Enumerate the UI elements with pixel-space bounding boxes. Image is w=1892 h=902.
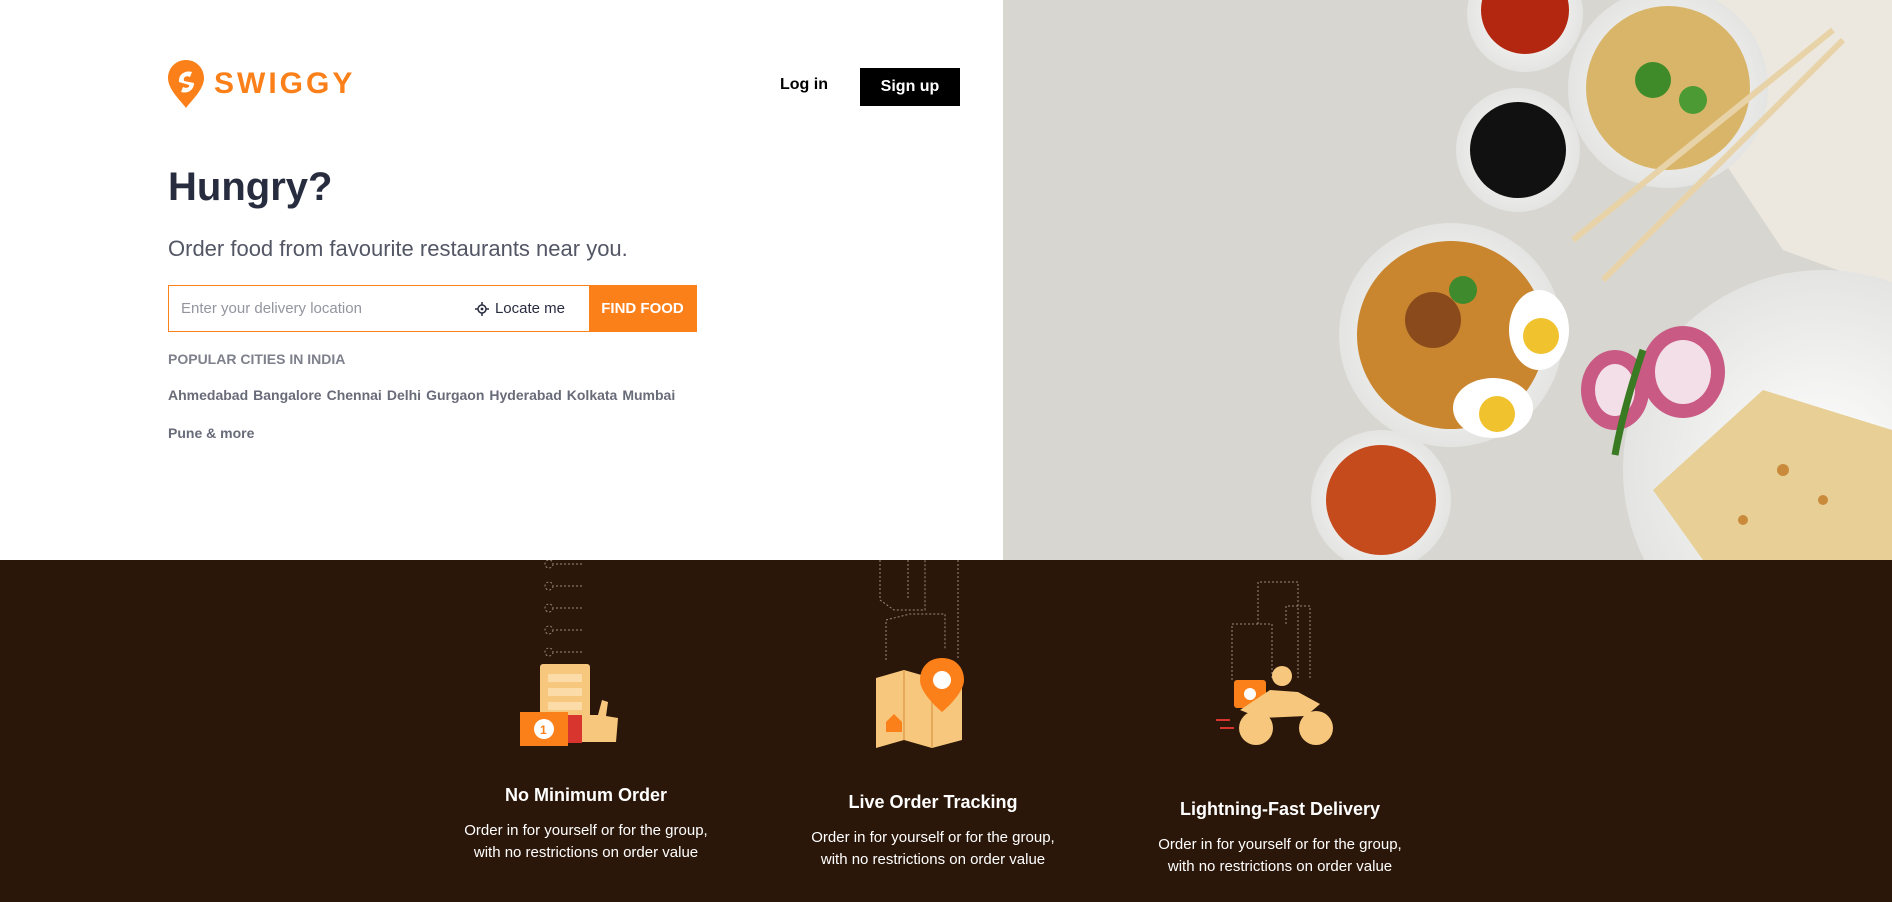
city-link-kolkata[interactable]: Kolkata	[567, 387, 618, 403]
more-cities-link[interactable]: Pune & more	[168, 425, 254, 441]
feature-description-line: Order in for yourself or for the group,	[464, 822, 708, 839]
features-band: 1 No Minimum Order Order in for yourself…	[0, 560, 1892, 902]
login-button[interactable]: Log in	[780, 76, 828, 94]
city-link-hyderabad[interactable]: Hyderabad	[489, 387, 561, 403]
feature-description: Order in for yourself or for the group, …	[793, 827, 1073, 871]
swiggy-logo-icon	[168, 60, 204, 108]
locate-me-label: Locate me	[494, 300, 565, 317]
find-food-button[interactable]: FIND FOOD	[589, 286, 696, 331]
feature-live-order-tracking: Live Order Tracking Order in for yoursel…	[793, 792, 1073, 871]
delivery-scooter-icon	[1216, 581, 1333, 745]
feature-lightning-fast-delivery: Lightning-Fast Delivery Order in for you…	[1140, 799, 1420, 878]
feature-description-line: with no restrictions on order value	[820, 851, 1046, 868]
feature-title: Lightning-Fast Delivery	[1179, 799, 1381, 819]
city-link-delhi[interactable]: Delhi	[387, 387, 421, 403]
brand-name: SWIGGY	[214, 67, 356, 100]
feature-title: No Minimum Order	[504, 785, 667, 805]
hero-title: Hungry?	[168, 165, 333, 209]
popular-cities-title: POPULAR CITIES IN INDIA	[168, 351, 346, 367]
thumbs-up-order-icon: 1	[520, 560, 618, 746]
feature-description-line: Order in for yourself or for the group,	[1158, 836, 1402, 853]
city-link-bangalore[interactable]: Bangalore	[253, 387, 321, 403]
feature-description: Order in for yourself or for the group, …	[446, 820, 726, 864]
hero-section: SWIGGY Log in Sign up Hungry? Order food…	[0, 0, 1892, 560]
signup-button[interactable]: Sign up	[860, 68, 960, 106]
svg-text:1: 1	[540, 723, 547, 737]
popular-cities-list: Ahmedabad Bangalore Chennai Delhi Gurgao…	[168, 387, 675, 403]
swiggy-logo[interactable]: SWIGGY	[168, 60, 355, 108]
map-location-pin-icon	[876, 560, 964, 748]
crosshair-icon	[474, 301, 489, 316]
feature-description-line: with no restrictions on order value	[1167, 858, 1393, 875]
locate-me-button[interactable]: Locate me	[465, 286, 589, 331]
feature-description-line: with no restrictions on order value	[473, 844, 699, 861]
hero-subtitle: Order food from favourite restaurants ne…	[168, 236, 628, 261]
location-search-bar: Locate me FIND FOOD	[168, 285, 697, 332]
city-link-ahmedabad[interactable]: Ahmedabad	[168, 387, 248, 403]
delivery-location-input[interactable]	[169, 286, 465, 331]
feature-no-minimum-order: No Minimum Order Order in for yourself o…	[446, 785, 726, 864]
city-link-mumbai[interactable]: Mumbai	[622, 387, 675, 403]
city-link-gurgaon[interactable]: Gurgaon	[426, 387, 484, 403]
hero-left-panel: SWIGGY Log in Sign up Hungry? Order food…	[0, 0, 1003, 560]
feature-description: Order in for yourself or for the group, …	[1140, 834, 1420, 878]
feature-title: Live Order Tracking	[848, 792, 1018, 812]
feature-description-line: Order in for yourself or for the group,	[811, 829, 1055, 846]
city-link-chennai[interactable]: Chennai	[327, 387, 382, 403]
food-photo-illustration	[1003, 0, 1892, 560]
food-photo	[1003, 0, 1892, 560]
